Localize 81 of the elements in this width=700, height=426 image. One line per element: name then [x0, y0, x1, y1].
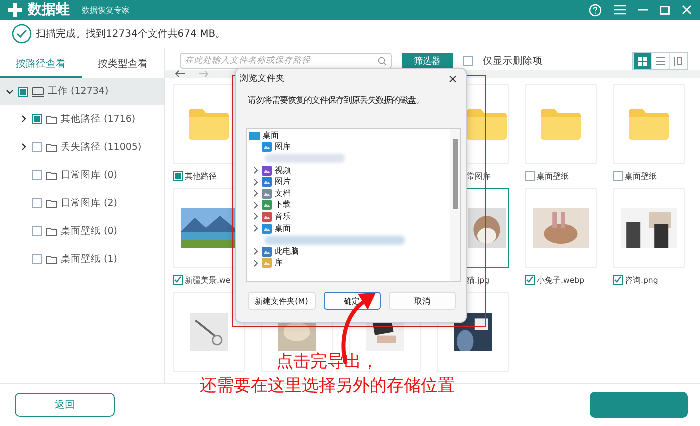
folder-name: 桌面 — [263, 130, 279, 141]
folder-name: 桌面 — [275, 224, 291, 234]
list-icon — [656, 56, 665, 66]
tree-label: 桌面壁纸 (1) — [61, 252, 118, 266]
back-button[interactable]: 返回 — [15, 393, 115, 417]
tree-label: 日常图库 (0) — [61, 168, 118, 182]
help-icon[interactable] — [589, 4, 602, 16]
tree-label: 丢失路径 (11005) — [61, 140, 142, 154]
checkbox[interactable] — [32, 198, 42, 208]
columns-icon — [674, 56, 683, 66]
filter-button[interactable]: 筛选器 — [402, 53, 453, 69]
check-circle-icon — [12, 24, 32, 44]
folder-row[interactable]: 视频 — [247, 164, 450, 176]
view-tab[interactable]: 按类型查看 — [82, 52, 164, 78]
tree-label: 工作 (12734) — [48, 85, 109, 98]
dialog-message: 请勿将需要恢复的文件保存到原丢失数据的磁盘。 — [248, 95, 425, 106]
logo-icon — [8, 3, 22, 17]
tree-label: 桌面壁纸 (0) — [61, 224, 118, 238]
checkbox[interactable] — [32, 114, 42, 124]
checkbox-label: 仅显示删除项 — [483, 54, 543, 68]
folder-name: 图库 — [275, 142, 291, 152]
tree-row[interactable]: 桌面壁纸 (0) — [0, 217, 164, 245]
app-logo: 数据蛙 — [28, 1, 70, 19]
scrollbar[interactable] — [450, 129, 460, 281]
folder-row[interactable]: 图库 — [247, 142, 450, 154]
folder-row[interactable]: 库 — [247, 258, 450, 270]
search-field[interactable]: 在此处输入文件名称或保存路径 — [180, 53, 392, 69]
folder-name: 视频 — [275, 166, 291, 176]
checkbox[interactable] — [32, 226, 42, 236]
desktop-icon — [249, 132, 260, 140]
folder-row[interactable]: 下载 — [247, 200, 450, 212]
checkbox[interactable] — [32, 254, 42, 264]
tree-row[interactable]: 其他路径 (1716) — [0, 105, 164, 133]
chevron-icon[interactable] — [6, 88, 14, 96]
tree-row[interactable]: 日常图库 (0) — [0, 161, 164, 189]
grid-view-button[interactable] — [633, 53, 651, 69]
annotation-text: 还需要在这里选择另外的存储位置 — [200, 376, 455, 396]
folder-row[interactable]: 此电脑 — [247, 246, 450, 258]
folder-name: 文档 — [275, 188, 291, 199]
tree-row[interactable]: 丢失路径 (11005) — [0, 133, 164, 161]
checkbox[interactable] — [463, 56, 473, 66]
checkbox[interactable] — [173, 275, 183, 285]
checkbox[interactable] — [613, 171, 623, 181]
checkbox[interactable] — [173, 171, 183, 181]
folder-row[interactable]: 音乐 — [247, 211, 450, 223]
close-button[interactable]: × — [448, 72, 458, 86]
annotation-text: 点击完导出， — [276, 352, 378, 372]
dialog-button[interactable]: 取消 — [388, 292, 456, 310]
checkbox[interactable] — [32, 142, 42, 152]
tree-row[interactable]: 桌面壁纸 (1) — [0, 245, 164, 273]
search-icon[interactable] — [378, 56, 387, 66]
folder-name: 下载 — [275, 200, 291, 210]
folder-row[interactable]: 文档 — [247, 188, 450, 200]
folder-name: 库 — [275, 258, 283, 268]
menu-icon[interactable] — [614, 5, 626, 15]
grid-icon — [638, 56, 647, 66]
drive-icon — [32, 86, 44, 96]
scan-status: 扫描完成。找到12734个文件共674 MB。 — [36, 28, 226, 41]
checkbox[interactable] — [525, 275, 535, 285]
tree-label: 日常图库 (2) — [61, 196, 118, 210]
dialog-title: 浏览文件夹 — [240, 73, 285, 85]
close-icon[interactable] — [682, 5, 692, 15]
folder-row[interactable]: 桌面 — [247, 130, 450, 142]
checkbox[interactable] — [525, 171, 535, 181]
tree-row[interactable]: 工作 (12734) — [0, 78, 164, 105]
chevron-icon[interactable] — [20, 115, 28, 123]
folder-name: 图片 — [275, 177, 291, 188]
tree-label: 其他路径 (1716) — [61, 112, 136, 126]
dialog-button[interactable]: 新建文件夹(M) — [248, 292, 316, 310]
folder-row[interactable]: 桌面 — [247, 222, 450, 234]
checkbox[interactable] — [32, 170, 42, 180]
folder-name: 此电脑 — [275, 246, 299, 257]
folder-name: 音乐 — [275, 212, 291, 222]
checkbox[interactable] — [613, 275, 623, 285]
app-subtitle: 数据恢复专家 — [82, 4, 130, 16]
folder-row[interactable]: 图片 — [247, 176, 450, 188]
tree-row[interactable]: 日常图库 (2) — [0, 189, 164, 217]
back-arrow-icon[interactable] — [175, 70, 185, 78]
chevron-icon[interactable] — [20, 143, 28, 151]
maximize-icon[interactable] — [660, 6, 670, 14]
checkbox[interactable] — [18, 86, 28, 96]
